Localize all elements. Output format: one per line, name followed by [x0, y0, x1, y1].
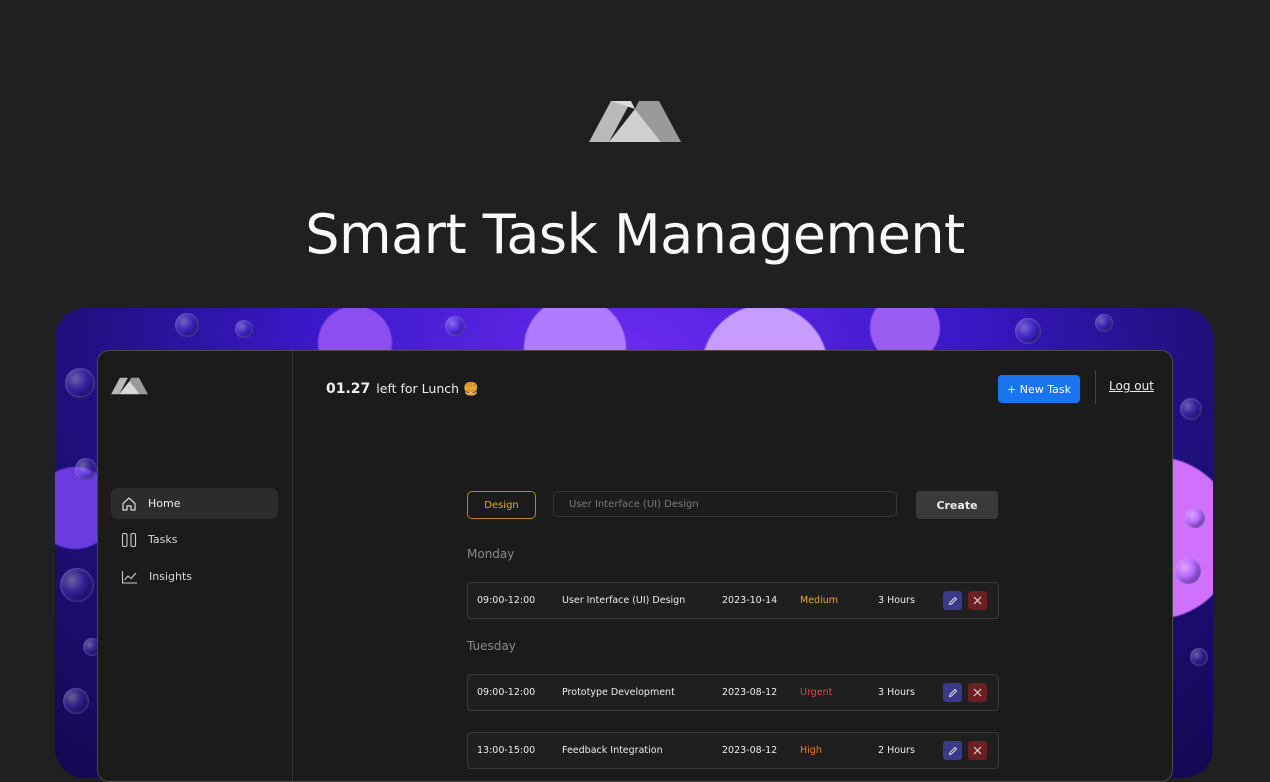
timer-value: 01.27 [326, 381, 371, 397]
edit-button[interactable] [943, 591, 962, 610]
pencil-icon [948, 746, 957, 755]
topbar-divider [1095, 370, 1096, 404]
task-time: 13:00-15:00 [477, 745, 536, 756]
create-button[interactable]: Create [916, 491, 998, 519]
hero-title: Smart Task Management [305, 203, 965, 266]
task-name: User Interface (UI) Design [562, 595, 686, 606]
sidebar: Home Tasks Insights [98, 351, 293, 781]
close-icon [973, 746, 982, 755]
timer-text: left for Lunch [376, 381, 460, 396]
task-name: Prototype Development [562, 687, 675, 698]
task-priority: Medium [800, 595, 838, 606]
sidebar-item-label: Home [148, 497, 181, 510]
sidebar-item-tasks[interactable]: Tasks [111, 524, 278, 555]
task-time: 09:00-12:00 [477, 595, 536, 606]
edit-button[interactable] [943, 683, 962, 702]
task-priority: Urgent [800, 687, 833, 698]
app-logo-icon[interactable] [111, 377, 148, 395]
task-date: 2023-08-12 [722, 687, 778, 698]
pencil-icon [948, 596, 957, 605]
delete-button[interactable] [968, 683, 987, 702]
day-heading-monday: Monday [467, 547, 515, 561]
close-icon [973, 688, 982, 697]
sidebar-item-home[interactable]: Home [111, 488, 278, 519]
close-icon [973, 596, 982, 605]
logout-link[interactable]: Log out [1109, 379, 1154, 393]
sidebar-item-insights[interactable]: Insights [111, 561, 278, 592]
task-time: 09:00-12:00 [477, 687, 536, 698]
task-name: Feedback Integration [562, 745, 663, 756]
app-window: Home Tasks Insights 01.27 left for Lunch… [97, 350, 1173, 782]
task-row[interactable]: 13:00-15:00 Feedback Integration 2023-08… [467, 732, 999, 769]
chart-line-icon [121, 570, 137, 584]
task-row[interactable]: 09:00-12:00 User Interface (UI) Design 2… [467, 582, 999, 619]
task-name-input[interactable] [553, 491, 897, 517]
pencil-icon [948, 688, 957, 697]
task-duration: 2 Hours [878, 745, 915, 756]
category-tag-button[interactable]: Design [467, 491, 536, 519]
new-task-button[interactable]: + New Task [998, 375, 1080, 403]
sidebar-item-label: Insights [149, 570, 193, 583]
task-duration: 3 Hours [878, 687, 915, 698]
edit-button[interactable] [943, 741, 962, 760]
task-priority: High [800, 745, 822, 756]
delete-button[interactable] [968, 741, 987, 760]
home-icon [122, 496, 136, 511]
task-row[interactable]: 09:00-12:00 Prototype Development 2023-0… [467, 674, 999, 711]
task-duration: 3 Hours [878, 595, 915, 606]
day-heading-tuesday: Tuesday [467, 639, 516, 653]
lunch-timer: 01.27 left for Lunch 🍔 [326, 381, 479, 397]
task-date: 2023-10-14 [722, 595, 778, 606]
brand-logo-icon [589, 101, 681, 142]
burger-icon: 🍔 [463, 381, 479, 396]
delete-button[interactable] [968, 591, 987, 610]
columns-icon [121, 532, 137, 547]
sidebar-item-label: Tasks [148, 533, 178, 546]
task-date: 2023-08-12 [722, 745, 778, 756]
